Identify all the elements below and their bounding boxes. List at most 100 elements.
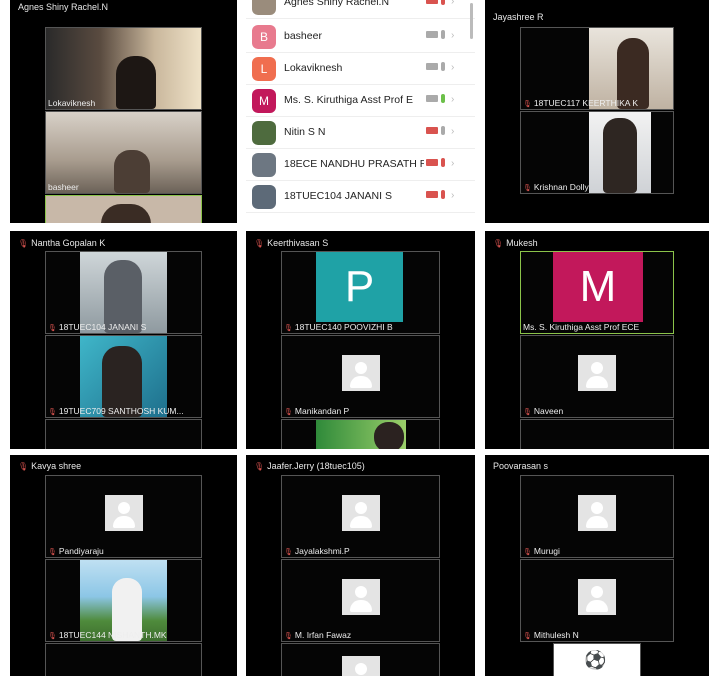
participant-name: Agnes Shiny Rachel.N [284,0,390,8]
tile-label: basheer [48,182,79,192]
tile-label: 🎙︎ 18TUEC104 JANANI S [48,322,147,332]
person-placeholder-icon [341,354,380,391]
person-placeholder-icon [104,494,143,531]
video-tile[interactable]: Lokaviknesh [45,27,202,110]
person-placeholder-icon [341,494,380,531]
participant-name-strip: 🎙︎ Keerthivasan S [246,236,475,250]
person-silhouette [603,118,637,193]
participant-name-strip: 🎙︎ Mukesh [485,236,709,250]
tile-label: 🎙︎ 19TUEC709 SANTHOSH KUM... [48,406,184,416]
participant-name-strip: 🎙︎ Nantha Gopalan K [10,236,237,250]
chevron-right-icon: › [451,94,455,105]
scrollbar[interactable] [470,3,473,39]
video-tile[interactable]: 🎙︎ Manikandan P [281,335,440,418]
participant-row[interactable]: B basheer › [246,22,475,53]
participant-avatar [252,0,276,15]
video-tile[interactable]: 🎙︎ Pandiyaraju [45,475,202,558]
video-tile-partial[interactable] [45,643,202,676]
video-tile[interactable]: P 🎙︎ 18TUEC140 POOVIZHI B [281,251,440,334]
participant-row[interactable]: Agnes Shiny Rachel.N › [246,0,475,19]
tile-label: Ms. S. Kiruthiga Asst Prof ECE [523,322,640,332]
video-tile[interactable]: 🎙︎ M. Irfan Fawaz [281,559,440,642]
video-tile[interactable]: 🎙︎ Naveen [520,335,674,418]
mic-muted-icon: 🎙︎ [493,239,504,248]
mic-muted-icon: 🎙︎ [48,325,57,332]
participant-name: Lokaviknesh [284,62,343,74]
chevron-right-icon: › [451,190,455,201]
participant-video [101,204,151,223]
camera-icon [426,95,438,102]
video-tile[interactable]: 🎙︎ Mithulesh N [520,559,674,642]
video-tile[interactable]: 🎙︎ 18TUEC144 NISHANTH.MK [45,559,202,642]
video-panel-9: Poovarasan s 🎙︎ Murugi 🎙︎ Mithulesh N ⚽ [485,455,709,676]
participant-name: 18TUEC104 JANANI S [284,190,392,202]
video-panel-8: 🎙︎ Jaafer.Jerry (18tuec105) 🎙︎ Jayalakshmi… [246,455,475,676]
video-panel-6: 🎙︎ Mukesh M Ms. S. Kiruthiga Asst Prof EC… [485,231,709,449]
mic-icon [441,126,445,135]
chevron-right-icon: › [451,62,455,73]
participant-name: 18ECE NANDHU PRASATH R [284,158,424,170]
participant-row[interactable]: 18TUEC104 JANANI S › [246,182,475,213]
video-tile-speaking[interactable]: M Ms. S. Kiruthiga Asst Prof ECE [520,251,674,334]
video-tile[interactable]: 🎙︎ Jayalakshmi.P [281,475,440,558]
person-placeholder-icon [341,578,380,615]
mic-muted-icon: 🎙︎ [48,409,57,416]
camera-off-icon [426,159,438,166]
video-tile-partial[interactable] [45,195,202,223]
mic-muted-icon: 🎙︎ [284,549,293,556]
tile-label: 🎙︎ Pandiyaraju [48,546,104,556]
video-tile[interactable]: 🎙︎ 18TUEC117 KEERTHIKA K [520,27,674,110]
participant-name: basheer [284,30,322,42]
mic-muted-icon [441,190,445,199]
participant-name: Jayashree R [493,12,544,22]
participant-row[interactable]: 18ECE NANDHU PRASATH R › [246,150,475,181]
person-placeholder-icon [578,354,616,391]
mic-muted-icon: 🎙︎ [18,462,29,471]
person-silhouette [114,150,150,193]
participant-name: Nantha Gopalan K [31,238,106,248]
video-tile-partial[interactable] [45,419,202,449]
participant-avatar [252,153,276,177]
participant-name-strip: Jayashree R [485,10,709,24]
soccer-ball-icon: ⚽ [584,650,607,670]
tile-label: 🎙︎ M. Irfan Fawaz [284,630,352,640]
video-tile[interactable]: 🎙︎ 18TUEC104 JANANI S [45,251,202,334]
tile-label: Lokaviknesh [48,98,96,108]
participant-avatar [252,121,276,145]
participant-name: Ms. S. Kiruthiga Asst Prof E [284,94,413,106]
video-tile[interactable]: basheer [45,111,202,194]
participant-name: Mukesh [506,238,538,248]
video-tile[interactable]: 🎙︎ Murugi [520,475,674,558]
participant-name: Poovarasan s [493,461,549,471]
video-tile-partial[interactable] [281,419,440,449]
participant-row[interactable]: M Ms. S. Kiruthiga Asst Prof E › [246,86,475,117]
mic-muted-icon: 🎙︎ [284,409,293,416]
video-panel-1: Agnes Shiny Rachel.N Lokaviknesh basheer [10,0,237,223]
mic-muted-icon: 🎙︎ [254,239,265,248]
participant-row[interactable]: L Lokaviknesh › [246,54,475,85]
mic-muted-icon: 🎙︎ [48,633,57,640]
person-silhouette [116,56,156,109]
video-tile-partial[interactable] [281,643,440,676]
participant-row[interactable]: Nitin S N › [246,118,475,149]
video-tile-partial[interactable] [520,419,674,449]
camera-off-icon [426,0,438,4]
participants-list[interactable]: Agnes Shiny Rachel.N › B basheer › L Lok… [246,0,475,223]
camera-icon [426,31,438,38]
participant-name-strip: Agnes Shiny Rachel.N [10,0,237,14]
tile-label: 🎙︎ 18TUEC144 NISHANTH.MK [48,630,167,640]
camera-off-icon [426,191,438,198]
participant-name-strip: 🎙︎ Kavya shree [10,459,237,473]
mic-muted-icon: 🎙︎ [523,185,532,192]
chevron-right-icon: › [451,30,455,41]
video-tile[interactable]: 🎙︎ Krishnan Dolly [520,111,674,194]
mic-muted-icon: 🎙︎ [523,409,532,416]
participant-name-strip: Poovarasan s [485,459,709,473]
participant-name: Keerthivasan S [267,238,329,248]
video-tile[interactable]: 🎙︎ 19TUEC709 SANTHOSH KUM... [45,335,202,418]
video-tile-partial[interactable]: ⚽ [553,643,641,676]
mic-muted-icon: 🎙︎ [254,462,265,471]
participant-name: Nitin S N [284,126,326,138]
tile-label: 🎙︎ Jayalakshmi.P [284,546,350,556]
chevron-right-icon: › [451,158,455,169]
